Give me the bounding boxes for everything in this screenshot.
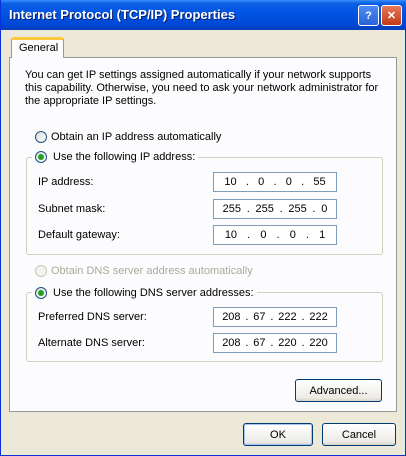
gateway-octet-4: 1 — [319, 229, 326, 241]
gateway-octet-2: 0 — [260, 229, 267, 241]
subnet-mask-field[interactable]: 255. 255. 255. 0 — [213, 199, 337, 219]
ip-address-label: IP address: — [38, 176, 94, 188]
preferred-dns-octet-4: 222 — [309, 311, 328, 323]
tab-general-label: General — [19, 42, 59, 54]
close-icon: ✕ — [386, 10, 397, 22]
intro-text: You can get IP settings assigned automat… — [25, 69, 379, 107]
advanced-button[interactable]: Advanced... — [295, 379, 382, 402]
cancel-button-label: Cancel — [341, 428, 377, 441]
alternate-dns-octet-4: 220 — [309, 337, 328, 349]
default-gateway-label: Default gateway: — [38, 229, 120, 241]
preferred-dns-field[interactable]: 208. 67. 222. 222 — [213, 307, 337, 327]
alternate-dns-label: Alternate DNS server: — [38, 337, 145, 349]
obtain-ip-auto-label[interactable]: Obtain an IP address automatically — [51, 131, 221, 143]
subnet-octet-2: 255 — [255, 203, 274, 215]
use-following-dns-label[interactable]: Use the following DNS server addresses: — [50, 287, 257, 299]
subnet-mask-label: Subnet mask: — [38, 203, 106, 215]
ok-button[interactable]: OK — [243, 423, 313, 446]
subnet-octet-3: 255 — [288, 203, 307, 215]
tab-general[interactable]: General — [11, 37, 64, 58]
ip-octet-4: 55 — [313, 176, 326, 188]
use-following-ip-radio[interactable] — [35, 151, 47, 163]
help-button[interactable]: ? — [358, 5, 379, 26]
alternate-dns-field[interactable]: 208. 67. 220. 220 — [213, 333, 337, 353]
use-following-ip-label[interactable]: Use the following IP address: — [50, 151, 199, 163]
alternate-dns-octet-1: 208 — [222, 337, 241, 349]
default-gateway-field[interactable]: 10. 0. 0. 1 — [213, 225, 337, 245]
gateway-octet-3: 0 — [289, 229, 296, 241]
alternate-dns-octet-2: 67 — [253, 337, 266, 349]
help-icon: ? — [365, 9, 372, 22]
cancel-button[interactable]: Cancel — [322, 423, 396, 446]
ok-button-label: OK — [270, 428, 286, 441]
preferred-dns-octet-3: 222 — [278, 311, 297, 323]
ip-octet-3: 0 — [285, 176, 292, 188]
window-title: Internet Protocol (TCP/IP) Properties — [9, 7, 236, 22]
preferred-dns-octet-2: 67 — [253, 311, 266, 323]
ip-address-field[interactable]: 10. 0. 0. 55 — [213, 172, 337, 192]
use-following-dns-radio[interactable] — [35, 287, 47, 299]
preferred-dns-octet-1: 208 — [222, 311, 241, 323]
obtain-dns-auto-radio[interactable] — [35, 265, 47, 277]
obtain-ip-auto-radio[interactable] — [35, 131, 47, 143]
ip-octet-2: 0 — [258, 176, 265, 188]
obtain-dns-auto-label[interactable]: Obtain DNS server address automatically — [51, 265, 253, 277]
preferred-dns-label: Preferred DNS server: — [38, 311, 147, 323]
advanced-button-label: Advanced... — [309, 384, 368, 397]
alternate-dns-octet-3: 220 — [278, 337, 297, 349]
subnet-octet-1: 255 — [222, 203, 241, 215]
subnet-octet-4: 0 — [321, 203, 328, 215]
close-button[interactable]: ✕ — [381, 5, 402, 26]
tcpip-properties-dialog: Internet Protocol (TCP/IP) Properties ? … — [0, 0, 406, 456]
ip-octet-1: 10 — [224, 176, 237, 188]
gateway-octet-1: 10 — [224, 229, 238, 241]
title-bar[interactable]: Internet Protocol (TCP/IP) Properties ? … — [1, 0, 406, 30]
